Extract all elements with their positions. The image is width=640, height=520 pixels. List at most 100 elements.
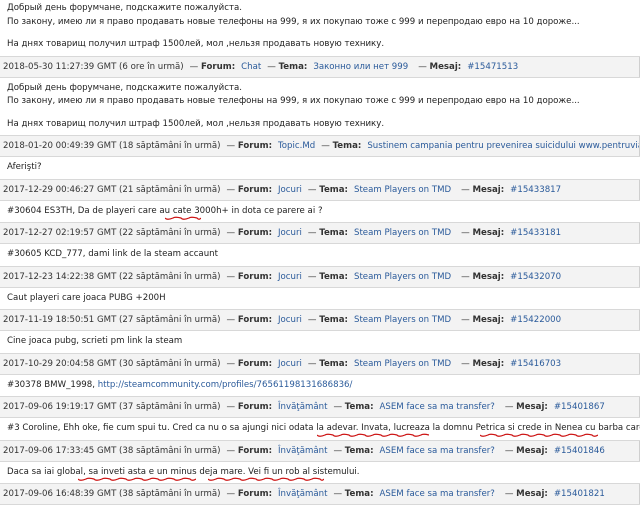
mesaj-label: Mesaj: xyxy=(472,184,505,195)
message-line: Caut playeri care joaca PUBG +200H xyxy=(7,292,166,303)
forum-label: Forum: xyxy=(237,489,273,499)
message-id-link[interactable]: #15401867 xyxy=(554,402,605,412)
message-body: Cine joaca pubg, scrieti pm link la stea… xyxy=(0,331,640,353)
message-id-link[interactable]: #15422000 xyxy=(510,315,561,325)
forum-link[interactable]: Învăţământ xyxy=(278,402,327,412)
message-line: По закону, имею ли я право продавать нов… xyxy=(7,96,580,106)
post-date: 2017-09-06 16:48:39 GMT (38 săptămâni în… xyxy=(3,489,221,499)
message-line: Cine joaca pubg, scrieti pm link la stea… xyxy=(7,336,183,346)
mesaj-label: Mesaj: xyxy=(516,489,548,499)
mesaj-label: Mesaj: xyxy=(472,315,505,325)
forum-link[interactable]: Topic.Md xyxy=(278,141,315,151)
annotation-underline xyxy=(317,433,429,438)
post-date: 2017-11-19 18:50:51 GMT (27 săptămâni în… xyxy=(3,315,221,325)
message-id-link[interactable]: #15433181 xyxy=(510,228,561,238)
mesaj-label: Mesaj: xyxy=(472,358,505,369)
tema-label: Tema: xyxy=(319,228,348,238)
post-date: 2017-12-27 02:19:57 GMT (22 săptămâni în… xyxy=(3,228,221,238)
message-line: Aferişti? xyxy=(7,162,42,172)
tema-label: Tema: xyxy=(278,61,308,72)
message-id-link[interactable]: #15401846 xyxy=(554,446,605,456)
tema-label: Tema: xyxy=(319,358,348,369)
tema-label: Tema: xyxy=(332,141,362,151)
forum-label: Forum: xyxy=(200,61,236,72)
message-body: Aferişti? xyxy=(0,157,640,179)
message-id-link[interactable]: #15401821 xyxy=(554,489,605,499)
forum-label: Forum: xyxy=(237,315,273,325)
forum-label: Forum: xyxy=(237,358,273,369)
tema-label: Tema: xyxy=(319,184,348,195)
message-id-link[interactable]: #15432070 xyxy=(510,272,561,282)
profile-link[interactable]: http://steamcommunity.com/profiles/76561… xyxy=(98,380,353,390)
tema-label: Tema: xyxy=(344,402,374,412)
post-meta-row: 2017-12-23 14:22:38 GMT (22 săptămâni în… xyxy=(0,265,640,288)
forum-link[interactable]: Învăţământ xyxy=(278,489,327,499)
forum-label: Forum: xyxy=(237,402,273,412)
post-meta-row: 2017-12-29 00:46:27 GMT (21 săptămâni în… xyxy=(0,178,640,201)
mesaj-label: Mesaj: xyxy=(429,61,462,72)
post-meta-row: 2017-09-06 16:48:39 GMT (38 săptămâni în… xyxy=(0,483,640,505)
post-meta-row: 2017-09-06 17:33:45 GMT (38 săptămâni în… xyxy=(0,439,640,462)
post-date: 2017-09-06 17:33:45 GMT (38 săptămâni în… xyxy=(3,445,221,456)
topic-link[interactable]: Steam Players on TMD xyxy=(354,272,451,282)
tema-label: Tema: xyxy=(319,271,348,282)
message-body: #30604 ES3TH, Da de playeri care au cate… xyxy=(0,200,640,222)
mesaj-label: Mesaj: xyxy=(516,402,548,412)
message-id-link[interactable]: #15471513 xyxy=(467,62,518,72)
post-date: 2018-05-30 11:27:39 GMT (6 ore în urmă) xyxy=(3,61,184,72)
topic-link[interactable]: ASEM face sa ma transfer? xyxy=(380,446,495,456)
message-line: #30604 ES3TH, Da de playeri care au cate… xyxy=(7,205,323,216)
forum-link[interactable]: Jocuri xyxy=(278,359,302,369)
tema-label: Tema: xyxy=(319,315,348,325)
message-line: На днях товарищ получил штраф 1500лей, м… xyxy=(7,118,385,129)
message-body: Caut playeri care joaca PUBG +200H xyxy=(0,287,640,309)
forum-link[interactable]: Învăţământ xyxy=(278,446,327,456)
mesaj-label: Mesaj: xyxy=(472,228,505,238)
forum-label: Forum: xyxy=(237,141,273,151)
post-date: 2017-10-29 20:04:58 GMT (30 săptămâni în… xyxy=(3,358,221,369)
message-feed: Добрый день форумчане, подскажите пожалу… xyxy=(0,0,640,505)
annotation-underline xyxy=(208,477,324,482)
tema-label: Tema: xyxy=(344,489,374,499)
message-body: Добрый день форумчане, подскажите пожалу… xyxy=(0,77,640,135)
topic-link[interactable]: Steam Players on TMD xyxy=(354,359,451,369)
message-id-link[interactable]: #15416703 xyxy=(510,359,561,369)
message-body: #30378 BMW_1998, http://steamcommunity.c… xyxy=(0,374,640,396)
message-line: Добрый день форумчане, подскажите пожалу… xyxy=(7,82,242,93)
forum-label: Forum: xyxy=(237,271,273,282)
post-meta-row: 2017-12-27 02:19:57 GMT (22 săptămâni în… xyxy=(0,222,640,244)
reply-prefix: #30378 BMW_1998, xyxy=(7,379,98,390)
forum-link[interactable]: Jocuri xyxy=(278,272,302,282)
message-body: Добрый день форумчане, подскажите пожалу… xyxy=(0,0,640,56)
post-date: 2017-12-29 00:46:27 GMT (21 săptămâni în… xyxy=(3,184,221,195)
message-id-link[interactable]: #15433817 xyxy=(510,185,561,195)
message-body: #3 Coroline, Ehh oke, fie cum spui tu. C… xyxy=(0,418,640,440)
topic-link[interactable]: Steam Players on TMD xyxy=(354,228,451,238)
message-line: #30378 BMW_1998, http://steamcommunity.c… xyxy=(7,379,634,393)
topic-link[interactable]: Законно или нет 999 xyxy=(313,62,408,72)
topic-link[interactable]: Steam Players on TMD xyxy=(354,185,451,195)
tema-label: Tema: xyxy=(344,445,374,456)
topic-link[interactable]: Sustinem campania pentru prevenirea suic… xyxy=(367,141,640,151)
forum-label: Forum: xyxy=(237,184,273,195)
annotation-underline xyxy=(78,477,196,482)
forum-link[interactable]: Jocuri xyxy=(278,185,302,195)
message-line: Добрый день форумчане, подскажите пожалу… xyxy=(7,3,242,13)
forum-link[interactable]: Jocuri xyxy=(278,228,302,238)
forum-link[interactable]: Jocuri xyxy=(278,315,302,325)
topic-link[interactable]: ASEM face sa ma transfer? xyxy=(380,489,495,499)
topic-link[interactable]: ASEM face sa ma transfer? xyxy=(380,402,495,412)
mesaj-label: Mesaj: xyxy=(472,271,505,282)
forum-label: Forum: xyxy=(237,445,273,456)
topic-link[interactable]: Steam Players on TMD xyxy=(354,315,451,325)
post-meta-row: 2018-05-30 11:27:39 GMT (6 ore în urmă) —… xyxy=(0,55,640,78)
message-line: #30605 KCD_777, dami link de la steam ac… xyxy=(7,249,218,259)
annotation-underline xyxy=(165,216,201,221)
message-line: По закону, имею ли я право продавать нов… xyxy=(7,16,580,27)
post-meta-row: 2017-09-06 19:19:17 GMT (37 săptămâni în… xyxy=(0,396,640,418)
annotation-underline xyxy=(480,433,598,438)
forum-link[interactable]: Chat xyxy=(241,62,261,72)
post-date: 2017-12-23 14:22:38 GMT (22 săptămâni în… xyxy=(3,271,221,282)
